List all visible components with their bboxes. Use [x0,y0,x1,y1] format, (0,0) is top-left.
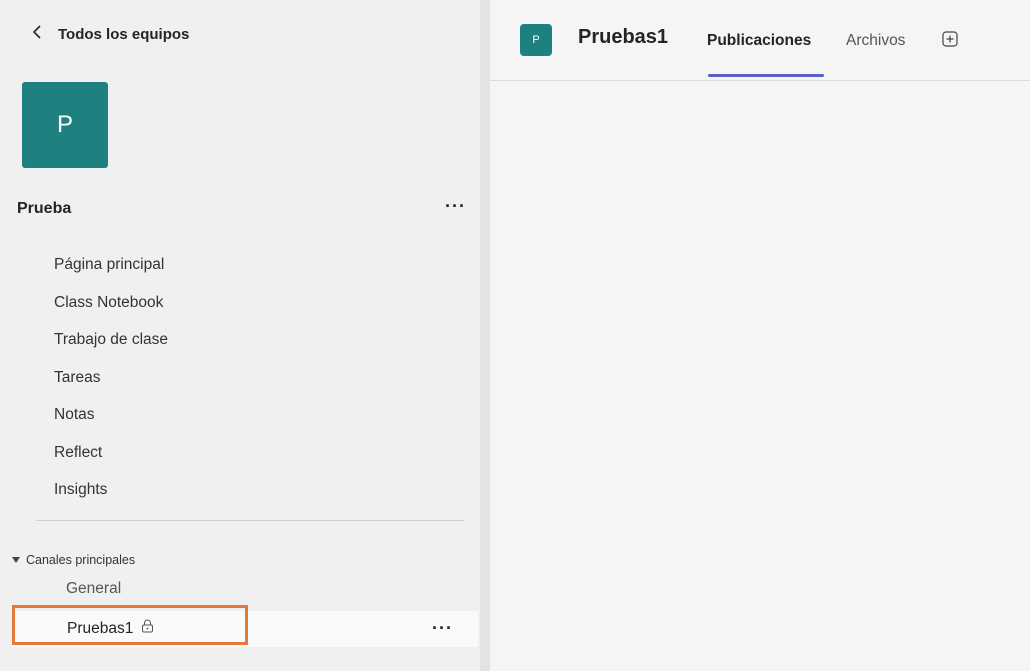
nav-item-class-notebook[interactable]: Class Notebook [54,290,168,328]
sidebar-divider [36,520,464,521]
team-avatar: P [22,82,108,168]
team-more-options-button[interactable]: ··· [445,196,466,216]
plus-square-icon [942,31,958,47]
pane-divider [480,0,490,671]
caret-down-icon [12,553,20,567]
channels-section-label: Canales principales [26,553,136,567]
active-tab-indicator [708,74,824,77]
nav-item-assignments[interactable]: Tareas [54,365,168,403]
add-tab-button[interactable] [942,31,958,47]
chevron-left-icon [32,25,44,43]
highlight-outline [12,605,248,645]
team-nav-list: Página principal Class Notebook Trabajo … [54,252,168,515]
channels-section-toggle[interactable]: Canales principales [12,553,135,567]
channel-content-area [490,81,1030,671]
channel-more-options-button[interactable]: ··· [432,618,453,638]
channel-header: P Pruebas1 Publicaciones Archivos [490,0,1030,81]
sidebar: Todos los equipos P Prueba ··· Página pr… [0,0,480,671]
back-label: Todos los equipos [58,25,190,43]
tab-files[interactable]: Archivos [846,32,905,50]
nav-item-home[interactable]: Página principal [54,252,168,290]
channel-title: Pruebas1 [578,26,669,48]
nav-item-insights[interactable]: Insights [54,477,168,515]
channel-team-avatar: P [520,24,552,56]
back-to-all-teams[interactable]: Todos los equipos [32,22,189,46]
nav-item-grades[interactable]: Notas [54,402,168,440]
team-name: Prueba [17,200,72,217]
tab-posts[interactable]: Publicaciones [707,32,811,50]
channel-item-general[interactable]: General [66,580,121,598]
nav-item-reflect[interactable]: Reflect [54,440,168,478]
nav-item-classwork[interactable]: Trabajo de clase [54,327,168,365]
